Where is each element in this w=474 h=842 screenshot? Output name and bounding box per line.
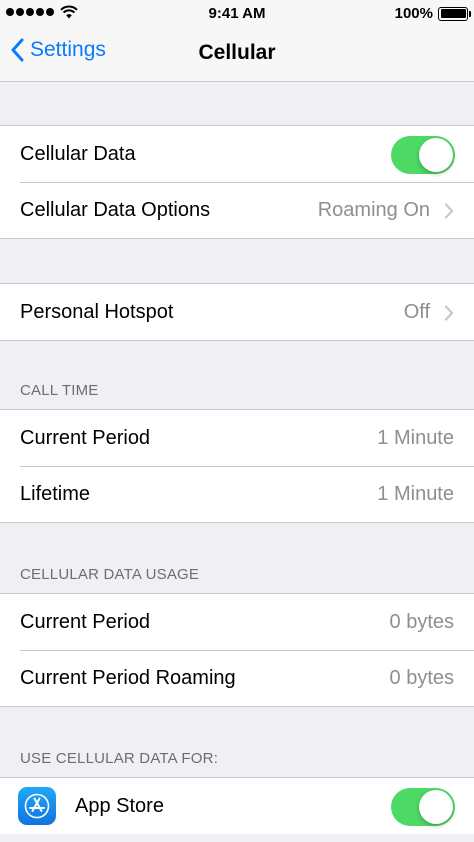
call-time-header: CALL TIME (20, 382, 99, 399)
chevron-right-icon (444, 203, 454, 219)
app-store-toggle[interactable] (391, 788, 455, 826)
data-usage-header: CELLULAR DATA USAGE (20, 566, 200, 583)
cellular-data-options-row[interactable]: Cellular Data Options Roaming On (0, 182, 474, 238)
toggle-knob (419, 790, 453, 824)
call-time-lifetime-value: 1 Minute (377, 482, 454, 505)
cellular-data-toggle[interactable] (391, 136, 455, 174)
battery-icon (438, 6, 471, 21)
toggle-knob (419, 138, 453, 172)
table-row: Current Period Roaming 0 bytes (0, 650, 474, 706)
cellular-data-options-label: Cellular Data Options (20, 198, 211, 221)
personal-hotspot-label: Personal Hotspot (20, 300, 174, 323)
data-usage-roaming-value: 0 bytes (389, 666, 454, 689)
table-row: Lifetime 1 Minute (0, 466, 474, 522)
hotspot-group: Personal Hotspot Off (0, 283, 474, 341)
nav-bar: Settings Cellular (0, 28, 474, 82)
battery-percent: 100% (394, 5, 433, 22)
call-time-group: Current Period 1 Minute Lifetime 1 Minut… (0, 409, 474, 523)
app-store-row: App Store (0, 778, 474, 834)
data-usage-group: Current Period 0 bytes Current Period Ro… (0, 593, 474, 707)
call-time-lifetime-label: Lifetime (20, 482, 91, 505)
status-bar: 9:41 AM 100% (0, 0, 474, 28)
personal-hotspot-row[interactable]: Personal Hotspot Off (0, 284, 474, 340)
table-row: Current Period 1 Minute (0, 410, 474, 466)
cellular-data-options-value: Roaming On (317, 198, 430, 221)
data-usage-current-period-label: Current Period (20, 610, 151, 633)
call-time-current-period-value: 1 Minute (377, 426, 454, 449)
cellular-data-label: Cellular Data (20, 142, 136, 165)
table-row: Current Period 0 bytes (0, 594, 474, 650)
personal-hotspot-value: Off (403, 300, 430, 323)
page-title: Cellular (198, 41, 276, 64)
data-usage-current-period-value: 0 bytes (389, 610, 454, 633)
call-time-current-period-label: Current Period (20, 426, 151, 449)
app-store-icon (18, 787, 56, 825)
cellular-data-row: Cellular Data (0, 126, 474, 182)
app-store-label: App Store (75, 794, 164, 817)
use-data-for-header: USE CELLULAR DATA FOR: (20, 750, 219, 767)
use-data-for-group: App Store (0, 777, 474, 834)
chevron-right-icon (444, 305, 454, 321)
status-right: 100% (394, 5, 471, 22)
data-usage-roaming-label: Current Period Roaming (20, 666, 236, 689)
cellular-data-group: Cellular Data Cellular Data Options Roam… (0, 125, 474, 239)
